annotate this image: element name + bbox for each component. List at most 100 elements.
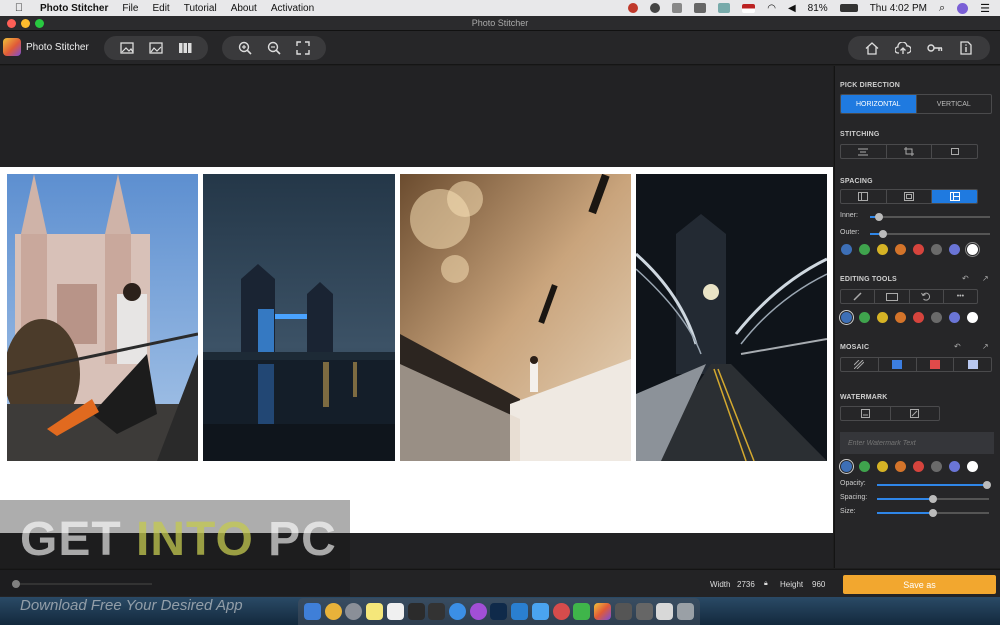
swatch-blue[interactable] [839,310,854,325]
menu-edit[interactable]: Edit [152,3,169,14]
utility-dock-icon[interactable] [552,603,570,620]
apple-tv-dock-icon[interactable] [428,603,446,620]
swatch-green[interactable] [859,244,870,255]
stitch-align-icon[interactable] [841,145,887,158]
upload-cloud-icon[interactable] [892,39,914,57]
undo-icon[interactable]: ↶ [962,274,969,283]
menu-activation[interactable]: Activation [271,3,314,14]
watermark-text-input[interactable] [840,432,994,454]
swatch-periwinkle[interactable] [949,461,960,472]
vscode-dock-icon[interactable] [511,603,529,620]
qt-dock-icon[interactable] [573,603,591,620]
save-as-button[interactable]: Save as [843,575,996,594]
photoshop-dock-icon[interactable] [490,603,508,620]
apple-menu-icon[interactable]:  [12,2,26,14]
input-source-flag-icon[interactable] [742,3,756,13]
swatch-gray[interactable] [931,244,942,255]
siri-icon[interactable] [957,2,969,14]
mosaic-pick-icon[interactable]: ↗ [982,342,989,351]
menu-app-name[interactable]: Photo Stitcher [40,3,108,14]
vertical-button[interactable]: VERTICAL [917,95,992,113]
inner-spacing-slider[interactable] [870,213,990,221]
swatch-red[interactable] [913,312,924,323]
status-cloud-icon[interactable] [718,3,731,13]
swatch-white[interactable] [965,242,980,257]
photo-cathedral[interactable] [7,174,198,461]
pick-tool-icon[interactable]: ↗ [982,274,989,283]
spotlight-search-icon[interactable]: ⌕ [939,2,945,15]
home-icon[interactable] [861,39,883,57]
status-sync-icon[interactable] [650,3,661,13]
watermark-image-icon[interactable] [891,407,940,420]
swatch-blue[interactable] [841,244,852,255]
fit-screen-icon[interactable] [292,39,314,57]
documents-dock-icon[interactable] [635,603,653,620]
status-app-icon[interactable] [628,3,639,13]
swatch-white[interactable] [967,312,978,323]
minimize-window-button[interactable] [21,19,30,28]
height-value[interactable]: 960 [812,580,825,589]
status-grid-icon[interactable] [672,3,683,13]
key-icon[interactable] [924,39,946,57]
zoom-out-icon[interactable] [263,39,285,57]
outer-spacing-slider[interactable] [870,230,990,238]
watermark-spacing-slider[interactable] [877,495,989,503]
photo-tower-bridge-dusk[interactable] [203,174,395,461]
app-store-dock-icon[interactable] [531,603,549,620]
chrome-dock-icon[interactable] [324,603,342,620]
mosaic-stripes-icon[interactable] [841,358,879,371]
volume-icon[interactable]: ◀ [788,3,796,14]
textedit-dock-icon[interactable] [386,603,404,620]
zoom-in-icon[interactable] [234,39,256,57]
swatch-yellow[interactable] [877,244,888,255]
status-chart-icon[interactable] [694,3,707,13]
battery-percent[interactable]: 81% [808,3,828,14]
swatch-red[interactable] [913,244,924,255]
podcasts-dock-icon[interactable] [469,603,487,620]
swatch-periwinkle[interactable] [949,244,960,255]
mosaic-undo-icon[interactable]: ↶ [954,342,961,351]
photo-stitcher-dock-icon[interactable] [594,603,612,620]
rectangle-tool-icon[interactable] [875,290,910,303]
watermark-size-slider[interactable] [877,509,989,517]
width-value[interactable]: 2736 [737,580,755,589]
brush-tool-icon[interactable] [841,290,876,303]
photo-interior-staircase[interactable] [400,174,631,461]
mosaic-blue-icon[interactable] [879,358,917,371]
menubar-clock[interactable]: Thu 4:02 PM [870,3,927,14]
stitch-crop-icon[interactable] [887,145,933,158]
swatch-white[interactable] [967,461,978,472]
watermark-text-icon[interactable] [841,407,891,420]
swatch-yellow[interactable] [877,461,888,472]
swatch-gray[interactable] [931,461,942,472]
swatch-red[interactable] [913,461,924,472]
swatch-periwinkle[interactable] [949,312,960,323]
trash-dock-icon[interactable] [677,603,695,620]
swatch-green[interactable] [859,312,870,323]
mosaic-red-icon[interactable] [917,358,955,371]
replace-image-icon[interactable] [145,39,167,57]
swatch-blue[interactable] [839,459,854,474]
stitch-canvas[interactable] [0,66,833,568]
horizontal-button[interactable]: HORIZONTAL [841,95,917,113]
zoom-window-button[interactable] [35,19,44,28]
downloads-dock-icon[interactable] [614,603,632,620]
opacity-slider[interactable] [877,481,991,489]
swatch-orange[interactable] [895,312,906,323]
notes-dock-icon[interactable] [366,603,384,620]
menu-file[interactable]: File [122,3,138,14]
mosaic-light-icon[interactable] [954,358,991,371]
spacing-left-layout-icon[interactable] [841,190,887,203]
swatch-orange[interactable] [895,244,906,255]
preview-dock-icon[interactable] [656,603,674,620]
swatch-orange[interactable] [895,461,906,472]
info-document-icon[interactable] [955,39,977,57]
menu-about[interactable]: About [231,3,257,14]
finder-dock-icon[interactable] [303,603,321,620]
aspect-lock-icon[interactable]: 🔒︎ [764,580,768,588]
add-image-icon[interactable] [116,39,138,57]
safari-dock-icon[interactable] [449,603,466,620]
columns-layout-icon[interactable] [174,39,196,57]
swatch-gray[interactable] [931,312,942,323]
stitch-trim-icon[interactable] [932,145,977,158]
